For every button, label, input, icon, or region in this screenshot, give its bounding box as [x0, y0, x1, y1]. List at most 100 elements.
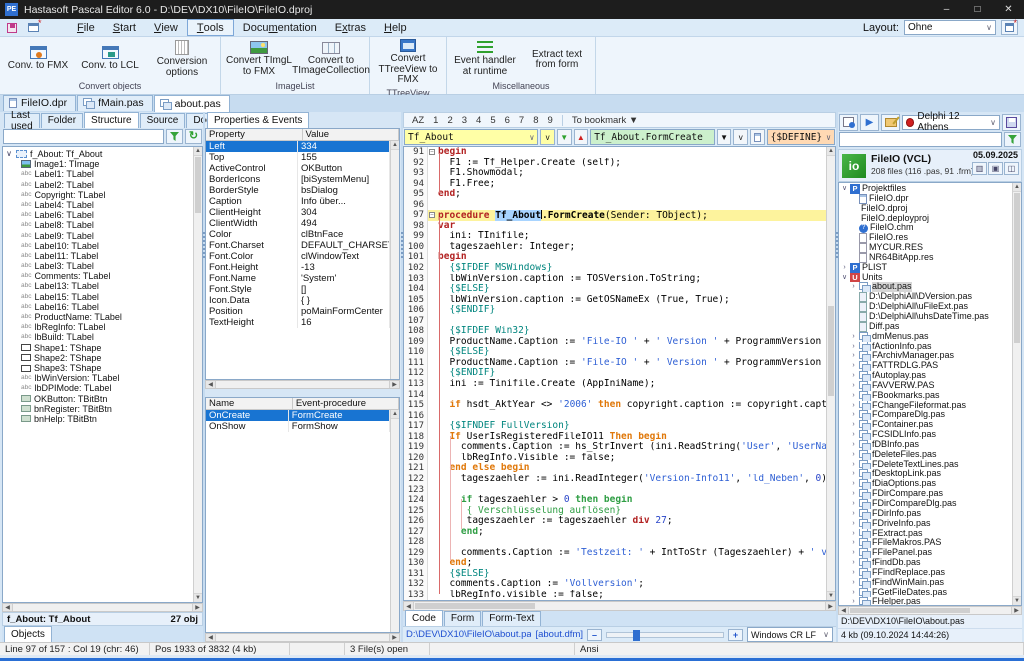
properties-scrollbar[interactable]: ▲ [390, 141, 399, 379]
code-line-97[interactable]: 97–procedure Tf_About.FormCreate(Sender:… [404, 210, 826, 221]
file-tree-item-fileio-dpr[interactable]: FileIO.dpr [841, 194, 1012, 204]
bookmark-5[interactable]: 5 [490, 115, 495, 126]
compiler-select[interactable]: Delphi 12 Athens ∨ [902, 115, 1000, 130]
scroll-up-icon[interactable]: ▲ [194, 147, 202, 156]
file-tree-item-fcomparedlg-pas[interactable]: ›FCompareDlg.pas [841, 410, 1012, 420]
bookmark-6[interactable]: 6 [505, 115, 510, 126]
code-line-127[interactable]: 127 end; [404, 527, 826, 538]
method-down-button[interactable]: ▼ [717, 129, 732, 145]
zoom-slider-thumb[interactable] [633, 630, 640, 641]
code-line-114[interactable]: 114 [404, 390, 826, 401]
prev-method-button[interactable]: ▲ [574, 129, 589, 145]
tree-item-lbreginfo[interactable]: abclbRegInfo: TLabel [5, 322, 193, 332]
file-tree-item-fcsidlinfo-pas[interactable]: ›FCSIDLInfo.pas [841, 430, 1012, 440]
menu-item-help[interactable]: Help [375, 19, 416, 36]
inspector-splitter[interactable] [205, 389, 400, 397]
file-tree-item-fdeletefiles-pas[interactable]: ›fDeleteFiles.pas [841, 450, 1012, 460]
chevron-collapsed-icon[interactable]: › [850, 450, 857, 460]
file-tree-item-fbookmarks-pas[interactable]: ›FBookmarks.pas [841, 391, 1012, 401]
code-line-115[interactable]: 115 if hsdt_AktYear <> '2006' then copyr… [404, 400, 826, 411]
tree-item-label4[interactable]: abcLabel4: TLabel [5, 200, 193, 210]
code-line-116[interactable]: 116 [404, 411, 826, 422]
tab-structure[interactable]: Structure [84, 112, 139, 128]
file-tree-item-fileio-deployproj[interactable]: FileIO.deployproj [841, 214, 1012, 224]
chevron-collapsed-icon[interactable]: › [850, 371, 857, 381]
chevron-collapsed-icon[interactable]: › [850, 420, 857, 430]
chevron-expanded-icon[interactable]: ∨ [841, 184, 848, 194]
scroll-right-icon[interactable]: ▶ [389, 381, 399, 388]
file-tree-item-ffindwinmain-pas[interactable]: ›fFindWinMain.pas [841, 578, 1012, 588]
chevron-collapsed-icon[interactable]: › [850, 509, 857, 519]
method-select[interactable]: Tf_About.FormCreate [590, 129, 715, 145]
file-tree-item-diff-pas[interactable]: Diff.pas [841, 322, 1012, 332]
tree-item-copyright[interactable]: abcCopyright: TLabel [5, 190, 193, 200]
file-tree-item-fcontainer-pas[interactable]: ›FContainer.pas [841, 420, 1012, 430]
chevron-collapsed-icon[interactable]: › [850, 381, 857, 391]
menu-item-tools[interactable]: Tools [187, 19, 234, 36]
property-row-font-charset[interactable]: Font.CharsetDEFAULT_CHARSET [206, 240, 390, 251]
toolbar-button-extract-text-from-form[interactable]: Extract text from form [521, 46, 593, 73]
scroll-left-icon[interactable]: ◀ [3, 604, 13, 611]
code-line-126[interactable]: 126 tageszaehler := tageszaehler div 27; [404, 516, 826, 527]
file-tree-item-fdriveinfo-pas[interactable]: ›FDriveInfo.pas [841, 519, 1012, 529]
file-tree-item-fdbinfo-pas[interactable]: ›fDBInfo.pas [841, 440, 1012, 450]
file-tree-item-fautoplay-pas[interactable]: ›fAutoplay.pas [841, 371, 1012, 381]
file-tree-item-plist[interactable]: ›PPLIST [841, 263, 1012, 273]
chevron-collapsed-icon[interactable]: › [850, 332, 857, 342]
file-tree-item-fhelper-pas[interactable]: ›FHelper.pas [841, 597, 1012, 605]
property-row-textheight[interactable]: TextHeight16 [206, 317, 390, 328]
column-event-name[interactable]: Name [206, 398, 293, 409]
layout-manager-button[interactable] [1001, 20, 1018, 35]
property-row-icon-data[interactable]: Icon.Data{ } [206, 295, 390, 306]
code-line-125[interactable]: 125 { Verschlüsselung auflösen} [404, 506, 826, 517]
code-line-131[interactable]: 131 {$ELSE} [404, 569, 826, 580]
project-search-input[interactable] [839, 132, 1002, 147]
chevron-collapsed-icon[interactable]: › [850, 578, 857, 588]
column-value[interactable]: Value [303, 129, 400, 140]
tree-item-label16[interactable]: abcLabel16: TLabel [5, 302, 193, 312]
file-tree-item-fchangefileformat-pas[interactable]: ›FChangeFileformat.pas [841, 401, 1012, 411]
property-row-clientwidth[interactable]: ClientWidth494 [206, 218, 390, 229]
code-line-92[interactable]: 92 F1 := Tf_Helper.Create (self); [404, 158, 826, 169]
code-line-121[interactable]: 121 end else begin [404, 463, 826, 474]
toolbar-button-conv-to-lcl[interactable]: Conv. to LCL [74, 44, 146, 74]
code-line-91[interactable]: 91–begin [404, 147, 826, 158]
menu-item-documentation[interactable]: Documentation [234, 19, 326, 36]
splitter-right[interactable] [836, 112, 838, 642]
toolbar-button-event-handler-at-runtime[interactable]: Event handler at runtime [449, 39, 521, 79]
zoom-in-button[interactable]: + [728, 629, 743, 641]
file-tree-item-fdirinfo-pas[interactable]: ›FDirInfo.pas [841, 509, 1012, 519]
code-line-110[interactable]: 110 {$ELSE} [404, 347, 826, 358]
bookmark-8[interactable]: 8 [533, 115, 538, 126]
editor-hscrollbar[interactable]: ◀ ▶ [403, 601, 836, 611]
method-jump-button[interactable]: v [733, 129, 748, 145]
bookmark-2[interactable]: 2 [447, 115, 452, 126]
file-tree-item-mycur-res[interactable]: MYCUR.RES [841, 243, 1012, 253]
code-line-130[interactable]: 130 end; [404, 558, 826, 569]
file-tree-item-fileio-res[interactable]: FileIO.res [841, 233, 1012, 243]
menu-item-start[interactable]: Start [104, 19, 145, 36]
class-select[interactable]: Tf_About ∨ [404, 129, 538, 145]
chevron-collapsed-icon[interactable]: › [850, 282, 857, 292]
bookmark-4[interactable]: 4 [476, 115, 481, 126]
tree-item-okbutton[interactable]: OKButton: TBitBtn [5, 394, 193, 404]
code-line-119[interactable]: 119 comments.Caption := hs_StrInvert (in… [404, 442, 826, 453]
toolbar-button-conv-to-fmx[interactable]: Conv. to FMX [2, 44, 74, 74]
tab-code[interactable]: Code [405, 610, 443, 626]
splitter-left[interactable] [203, 112, 205, 642]
code-line-120[interactable]: 120 lbRegInfo.Visible := false; [404, 453, 826, 464]
code-line-133[interactable]: 133 lbRegInfo.visible := false; [404, 590, 826, 600]
scroll-right-icon[interactable]: ▶ [825, 602, 835, 610]
zoom-slider[interactable] [606, 632, 724, 638]
file-tree-item-units[interactable]: ∨UUnits [841, 273, 1012, 283]
code-line-99[interactable]: 99 ini: TInifile; [404, 231, 826, 242]
file-tree-item-fdircompare-pas[interactable]: ›FDirCompare.pas [841, 489, 1012, 499]
scroll-left-icon[interactable]: ◀ [206, 634, 216, 641]
tree-item-lbdpimode[interactable]: abclbDPIMode: TLabel [5, 383, 193, 393]
properties-hscrollbar[interactable]: ◀ ▶ [205, 380, 400, 389]
code-line-96[interactable]: 96 [404, 200, 826, 211]
property-row-caption[interactable]: CaptionInfo über... [206, 196, 390, 207]
tab-source[interactable]: Source [140, 113, 186, 128]
chevron-collapsed-icon[interactable]: › [850, 588, 857, 598]
scroll-left-icon[interactable]: ◀ [404, 602, 414, 610]
